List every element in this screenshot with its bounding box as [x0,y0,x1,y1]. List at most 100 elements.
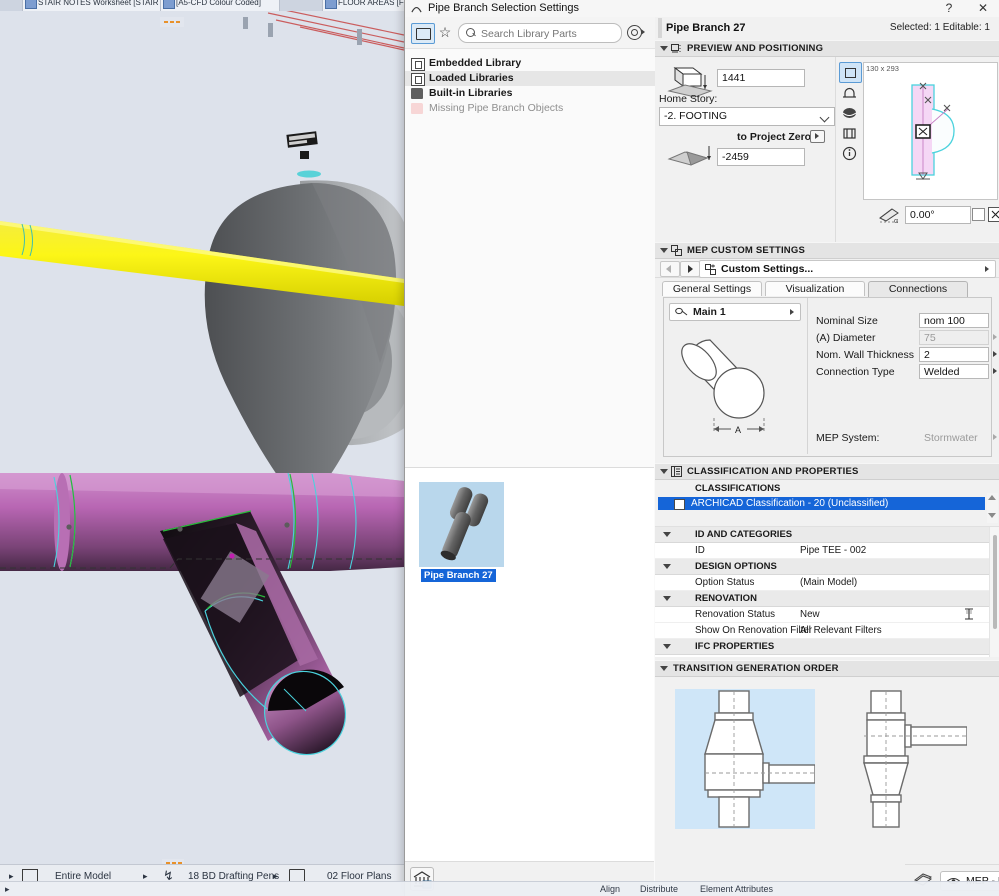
anchor-point-button[interactable] [988,207,999,222]
property-row-renovation-filter[interactable]: Show On Renovation Filter All Relevant F… [655,623,999,639]
element-attributes-label[interactable]: Element Attributes [700,884,773,894]
chevron-down-icon[interactable] [660,248,668,253]
property-value[interactable]: All Relevant Filters [800,625,882,636]
property-value[interactable]: (Main Model) [800,577,857,588]
property-value[interactable]: New [800,609,820,620]
connection-diagram-area[interactable]: Main 1 A [664,298,808,454]
toolbar-expand-arrow[interactable]: ▸ [5,884,10,895]
chevron-right-icon[interactable] [985,266,989,272]
chevron-down-icon[interactable] [660,469,668,474]
connections-panel[interactable]: Main 1 A [663,297,992,457]
tree-item-missing-objects[interactable]: Missing Pipe Branch Objects [405,101,655,116]
chevron-right-icon[interactable] [993,351,997,357]
3d-view-icon[interactable] [839,104,860,123]
classifications-scrollbar[interactable] [987,493,998,523]
custom-settings-navigator[interactable]: Custom Settings... [655,259,999,278]
chevron-left-icon[interactable] [660,261,680,277]
document-tab[interactable]: STAIR NOTES Worksheet [STAIR ... [22,0,172,11]
nominal-size-input[interactable]: nom 100 [919,313,989,328]
document-tab-bar[interactable]: STAIR NOTES Worksheet [STAIR ... [A5-CFD… [0,0,404,11]
property-group-row[interactable]: IFC PROPERTIES [655,639,999,655]
gear-icon[interactable] [625,22,647,42]
3d-model-view[interactable] [0,11,404,865]
dialog-titlebar[interactable]: Pipe Branch Selection Settings ? ✕ [405,0,999,18]
chevron-right-icon[interactable] [993,368,997,374]
custom-settings-page-field[interactable]: Custom Settings... [699,260,996,278]
wall-thickness-input[interactable]: 2 [919,347,989,362]
background-toolbar-strip[interactable]: ▸ Align Distribute Element Attributes [0,881,999,896]
positioning-controls[interactable]: 1441 Home Story: -2. FOOTING to Project … [655,57,836,242]
distribute-label[interactable]: Distribute [640,884,678,894]
classification-row[interactable]: ARCHICAD Classification - 20 (Unclassifi… [658,497,985,510]
section-mep-custom-settings[interactable]: MEP CUSTOM SETTINGS [655,242,999,259]
search-input[interactable] [479,25,618,43]
model-viewport[interactable]: STAIR NOTES Worksheet [STAIR ... [A5-CFD… [0,0,404,896]
document-tab[interactable]: [A5-CFD Colour Coded] [160,0,280,11]
settings-pane[interactable]: Pipe Branch 27 Selected: 1 Editable: 1 P… [655,17,999,896]
project-zero-input[interactable]: -2459 [717,148,805,166]
scroll-up-arrow[interactable] [988,495,996,500]
help-button[interactable]: ? [932,0,966,17]
renovation-icon[interactable] [962,607,976,621]
preview-mode-toolbar[interactable] [839,62,861,162]
close-button[interactable]: ✕ [966,0,999,17]
property-row-id[interactable]: ID Pipe TEE - 002 [655,543,999,559]
2d-symbol-icon[interactable] [839,62,862,83]
library-item-thumbnail[interactable] [419,482,504,567]
section-transition-generation-order[interactable]: TRANSITION GENERATION ORDER [655,660,999,677]
chevron-right-icon[interactable] [790,309,794,315]
folder-view-icon[interactable] [411,23,435,44]
property-row-diameter[interactable]: (A) Diameter 75 [816,330,985,346]
project-zero-arrow-icon[interactable] [810,130,825,143]
tab-general-settings[interactable]: General Settings [662,281,762,296]
chevron-down-icon[interactable] [663,596,671,601]
library-item-grid[interactable]: Pipe Branch 27 [405,467,654,878]
library-item-label[interactable]: Pipe Branch 27 [421,569,496,582]
settings-body[interactable]: PREVIEW AND POSITIONING 1441 Home Story: [655,40,999,873]
chevron-down-icon[interactable] [820,113,830,123]
home-story-select[interactable]: -2. FOOTING [659,107,835,126]
library-browser-pane[interactable]: ☆ Embedded Library Loaded Libraries Buil… [405,17,656,896]
rotation-angle-input[interactable]: 0.00° [905,206,971,224]
mep-tabs[interactable]: General Settings Visualization Connectio… [655,278,999,297]
property-row-option-status[interactable]: Option Status (Main Model) [655,575,999,591]
transition-generation-body[interactable] [655,677,999,842]
properties-table[interactable]: ID AND CATEGORIES ID Pipe TEE - 002 DESI… [655,526,999,657]
collapse-handle[interactable] [658,18,662,38]
property-value[interactable]: Pipe TEE - 002 [800,545,866,556]
section-classification-and-properties[interactable]: CLASSIFICATION AND PROPERTIES [655,463,999,480]
library-tree[interactable]: Embedded Library Loaded Libraries Built-… [405,49,655,467]
tree-item-loaded-libraries[interactable]: Loaded Libraries [405,71,655,86]
chevron-right-icon[interactable] [680,261,700,277]
preview-area[interactable]: 130 x 293 [836,57,999,242]
classification-checkbox[interactable] [674,499,685,510]
connection-properties[interactable]: Nominal Size nom 100 (A) Diameter 75 Nom… [808,298,991,454]
document-tab[interactable]: FLOOR AREAS [FLO... [322,0,404,11]
property-row-renovation-status[interactable]: Renovation Status New [655,607,999,623]
preview-canvas[interactable]: 130 x 293 [863,62,998,200]
info-icon[interactable] [839,144,860,163]
tab-visualization[interactable]: Visualization [765,281,865,296]
tree-item-builtin-libraries[interactable]: Built-in Libraries [405,86,655,101]
classifications-box[interactable]: CLASSIFICATIONS ARCHICAD Classification … [655,480,999,526]
mirror-checkbox[interactable] [972,208,985,221]
transition-order-option-2[interactable] [827,689,967,829]
chevron-down-icon[interactable] [663,532,671,537]
property-row-connection-type[interactable]: Connection Type Welded [816,364,985,380]
star-icon[interactable]: ☆ [435,23,455,42]
library-toolbar[interactable]: ☆ [405,17,655,49]
property-group-row[interactable]: DESIGN OPTIONS [655,559,999,575]
property-row-nominal-size[interactable]: Nominal Size nom 100 [816,313,985,329]
chevron-down-icon[interactable] [660,666,668,671]
connection-type-input[interactable]: Welded [919,364,989,379]
properties-scrollbar[interactable] [989,527,999,657]
pipe-branch-selection-settings-dialog[interactable]: Pipe Branch Selection Settings ? ✕ ☆ Emb… [404,0,999,896]
chevron-down-icon[interactable] [660,46,668,51]
scroll-down-arrow[interactable] [988,513,996,518]
tab-connections[interactable]: Connections [868,281,968,298]
preview-positioning-body[interactable]: 1441 Home Story: -2. FOOTING to Project … [655,57,999,242]
align-label[interactable]: Align [600,884,620,894]
chevron-down-icon[interactable] [663,644,671,649]
search-input-wrapper[interactable] [458,23,622,43]
tree-item-embedded-library[interactable]: Embedded Library [405,56,655,71]
